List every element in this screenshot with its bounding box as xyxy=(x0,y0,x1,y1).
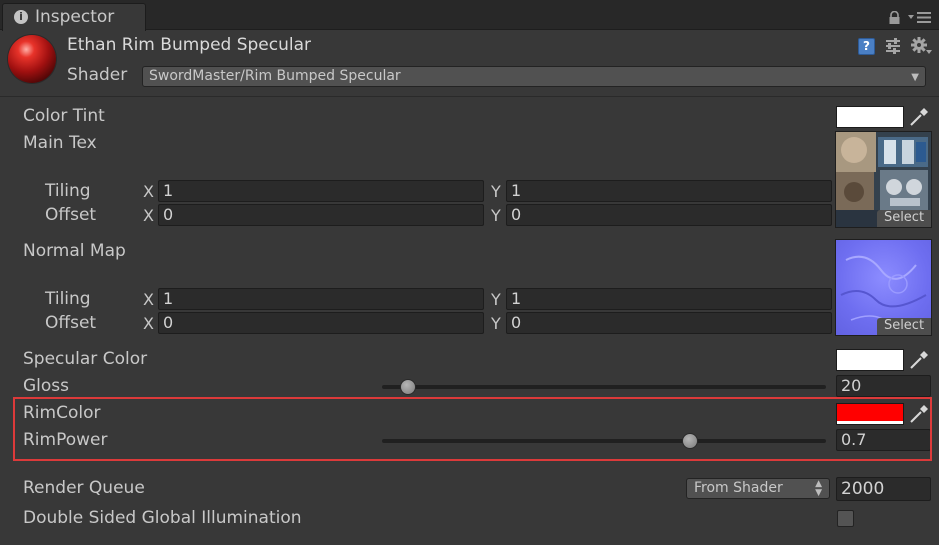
main-tex-select-button[interactable]: Select xyxy=(877,210,931,227)
normal-map-tiling-x-field[interactable]: 1 xyxy=(158,288,484,310)
shader-dropdown[interactable]: SwordMaster/Rim Bumped Specular ▼ xyxy=(142,66,926,87)
normal-map-offset-x-label: X xyxy=(143,314,154,333)
eyedropper-icon[interactable] xyxy=(908,349,930,371)
main-tex-offset-x-field[interactable]: 0 xyxy=(158,204,484,226)
main-tex-label: Main Tex xyxy=(23,133,97,153)
gloss-value-field[interactable]: 20 xyxy=(836,375,931,397)
material-name: Ethan Rim Bumped Specular xyxy=(67,35,312,55)
main-tex-tiling-y-label: Y xyxy=(491,182,501,201)
alpha-strip xyxy=(837,124,903,127)
main-tex-offset-label: Offset xyxy=(45,205,97,225)
shader-dropdown-value: SwordMaster/Rim Bumped Specular xyxy=(149,68,401,84)
tab-menu-icon[interactable] xyxy=(908,11,932,24)
normal-map-thumbnail[interactable]: Select xyxy=(835,239,932,336)
specular-color-swatch[interactable] xyxy=(836,349,904,371)
normal-map-tiling-y-label: Y xyxy=(491,290,501,309)
presets-icon[interactable] xyxy=(884,37,902,55)
info-icon: i xyxy=(14,10,28,24)
lock-icon[interactable] xyxy=(888,11,901,24)
dsgi-checkbox[interactable] xyxy=(837,510,854,527)
updown-arrows-icon: ▲ ▼ xyxy=(815,479,822,498)
main-tex-offset-x-label: X xyxy=(143,206,154,225)
main-tex-tiling-label: Tiling xyxy=(45,181,91,201)
normal-map-offset-label: Offset xyxy=(45,313,97,333)
main-tex-thumbnail[interactable]: Select xyxy=(835,131,932,228)
material-preview-icon xyxy=(8,35,56,83)
gloss-label: Gloss xyxy=(23,376,70,396)
normal-map-tiling-y-field[interactable]: 1 xyxy=(506,288,832,310)
normal-map-tiling-x-label: X xyxy=(143,290,154,309)
main-tex-offset-y-label: Y xyxy=(491,206,501,225)
gloss-slider-thumb[interactable] xyxy=(400,379,416,395)
dsgi-label: Double Sided Global Illumination xyxy=(23,508,302,528)
tab-bar: i Inspector xyxy=(0,0,939,31)
gloss-slider-track[interactable] xyxy=(382,385,826,389)
shader-label: Shader xyxy=(67,65,128,85)
alpha-strip xyxy=(837,367,903,370)
help-icon[interactable]: ? xyxy=(858,38,875,55)
render-queue-mode: From Shader xyxy=(694,480,783,496)
specular-color-label: Specular Color xyxy=(23,349,148,369)
normal-map-tiling-label: Tiling xyxy=(45,289,91,309)
render-queue-dropdown[interactable]: From Shader ▲ ▼ xyxy=(686,478,830,499)
normal-map-label: Normal Map xyxy=(23,241,126,261)
color-tint-swatch[interactable] xyxy=(836,106,904,128)
tab-inspector[interactable]: i Inspector xyxy=(2,3,146,31)
main-tex-tiling-y-field[interactable]: 1 xyxy=(506,180,832,202)
gear-icon[interactable] xyxy=(910,36,932,56)
color-tint-label: Color Tint xyxy=(23,106,105,126)
normal-map-offset-y-field[interactable]: 0 xyxy=(506,312,832,334)
tab-title: Inspector xyxy=(35,7,115,27)
render-queue-value-field[interactable]: 2000 xyxy=(836,477,931,501)
main-tex-tiling-x-label: X xyxy=(143,182,154,201)
normal-map-select-button[interactable]: Select xyxy=(877,318,931,335)
normal-map-offset-x-field[interactable]: 0 xyxy=(158,312,484,334)
header-divider xyxy=(0,96,939,97)
main-tex-offset-y-field[interactable]: 0 xyxy=(506,204,832,226)
eyedropper-icon[interactable] xyxy=(908,106,930,128)
highlight-box xyxy=(13,397,932,461)
normal-map-offset-y-label: Y xyxy=(491,314,501,333)
render-queue-label: Render Queue xyxy=(23,478,145,498)
main-tex-tiling-x-field[interactable]: 1 xyxy=(158,180,484,202)
chevron-down-icon: ▼ xyxy=(911,72,919,83)
